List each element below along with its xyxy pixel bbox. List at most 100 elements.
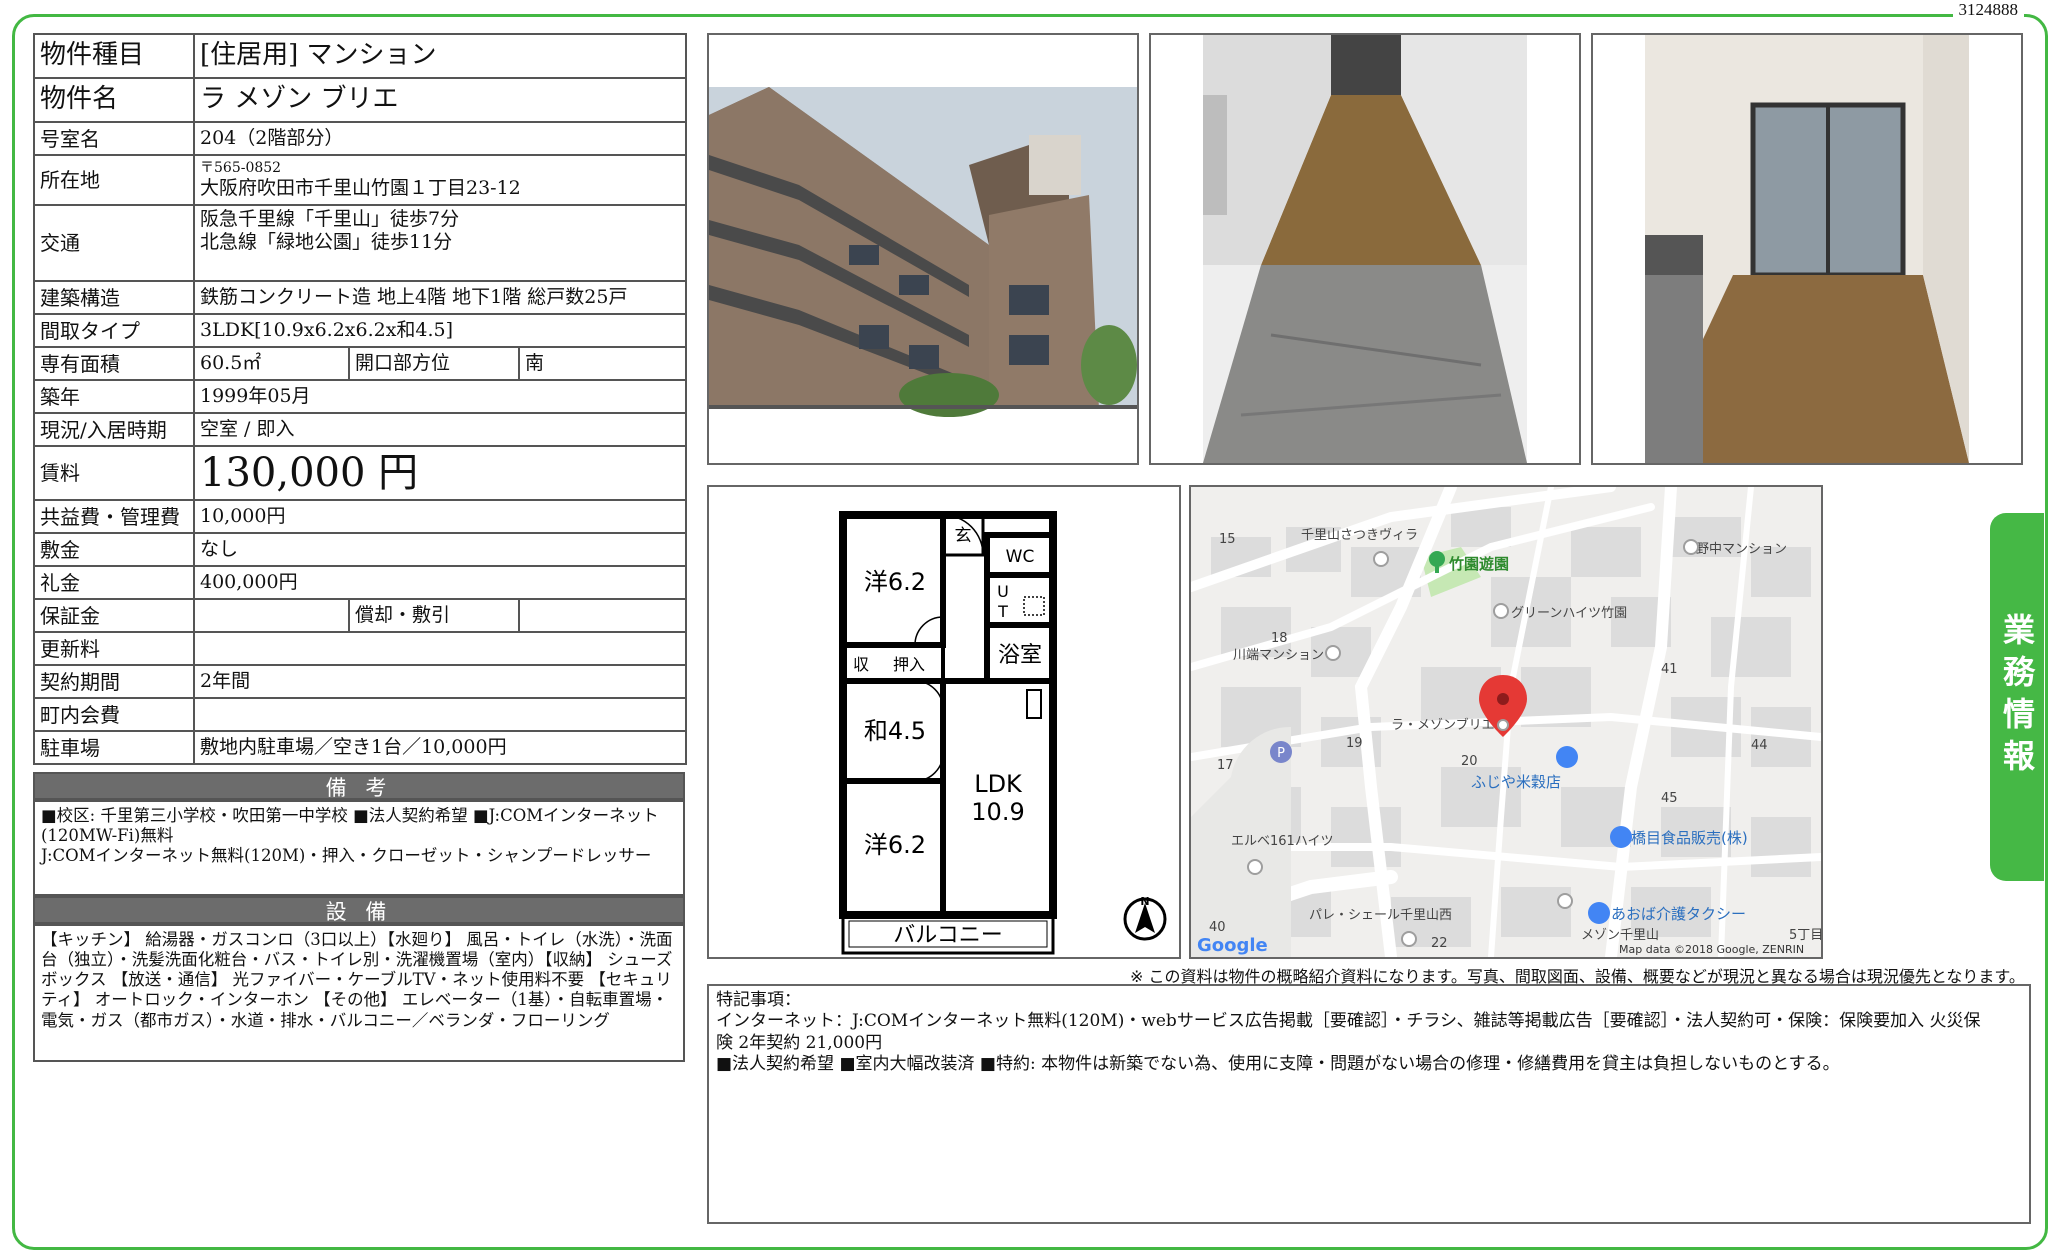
guarantee-label: 保証金: [33, 598, 195, 633]
layout-value: 3LDK[10.9x6.2x6.2x和4.5]: [192, 313, 688, 348]
north-label: N: [1140, 895, 1149, 908]
transit-cell: 阪急千里線「千里山」徒歩7分 北急線「緑地公園」徒歩11分: [192, 204, 688, 282]
map-label-18: 18: [1271, 631, 1288, 646]
floor-plan[interactable]: 洋6.2 玄 WC U T 浴室 収 押入 和4.5 LDK 10.9 洋6.2…: [707, 485, 1181, 959]
floor-plan-drawing: 洋6.2 玄 WC U T 浴室 収 押入 和4.5 LDK 10.9 洋6.2…: [709, 487, 1179, 957]
area-label: 専有面積: [33, 346, 195, 381]
structure-label: 建築構造: [33, 280, 195, 315]
map-label-41: 41: [1661, 662, 1678, 677]
room-western-1: 洋6.2: [864, 568, 926, 596]
remarks-line-1: ■校区: 千里第三小学校・吹田第一中学校 ■法人契約希望 ■J:COMインターネ…: [41, 806, 659, 846]
structure-value: 鉄筋コンクリート造 地上4階 地下1階 総戸数25戸: [192, 280, 688, 315]
room-balcony: バルコニー: [893, 923, 1003, 948]
notes-line-4: ■法人契約希望 ■室内大幅改装済 ■特約: 本物件は新築でない為、使用に支障・問…: [716, 1053, 1840, 1074]
google-logo: Google: [1197, 935, 1268, 956]
remarks-body: ■校区: 千里第三小学校・吹田第一中学校 ■法人契約希望 ■J:COMインターネ…: [33, 800, 685, 896]
key-money-label: 礼金: [33, 565, 195, 600]
type-label: 物件種目: [33, 33, 195, 79]
map-label-palais: パレ・シェール千里山西: [1309, 908, 1452, 923]
svg-text:P: P: [1277, 746, 1285, 761]
location-map[interactable]: 15 千里山さつきヴィラ 竹園遊園 野中マンション グリーンハイツ竹園 18 川…: [1189, 485, 1823, 959]
map-label-green-heights: グリーンハイツ竹園: [1511, 606, 1627, 621]
photo-exterior[interactable]: [707, 33, 1139, 465]
amortization-label: 償却・敷引: [348, 598, 520, 633]
food-shop-icon: [1610, 826, 1632, 848]
amortization-value: [517, 598, 688, 633]
map-label-kawabata: 川端マンション: [1233, 648, 1324, 663]
room-label: 号室名: [33, 121, 195, 156]
direction-label: 開口部方位: [348, 346, 520, 381]
map-label-17: 17: [1217, 758, 1234, 773]
postal-code: 〒565-0852: [200, 160, 282, 177]
room-ldk: LDK: [974, 770, 1023, 798]
map-drawing: 15 千里山さつきヴィラ 竹園遊園 野中マンション グリーンハイツ竹園 18 川…: [1191, 487, 1821, 957]
address-value: 大阪府吹田市千里山竹園１丁目23-12: [200, 177, 521, 199]
parking-value: 敷地内駐車場／空き1台／10,000円: [192, 730, 688, 765]
room-ldk-size: 10.9: [971, 798, 1024, 826]
hallway-photo-image: [1151, 35, 1579, 463]
built-label: 築年: [33, 379, 195, 414]
transit-line-2: 北急線「緑地公園」徒歩11分: [200, 230, 453, 253]
contract-label: 契約期間: [33, 664, 195, 699]
remarks-header: 備 考: [33, 772, 685, 800]
side-tab[interactable]: 業務情報: [1990, 513, 2044, 881]
contract-value: 2年間: [192, 664, 688, 699]
guarantee-value: [193, 598, 350, 633]
rent-value: 130,000 円: [192, 445, 688, 501]
room-wc: WC: [1006, 547, 1035, 567]
side-tab-label: 業務情報: [1998, 613, 2036, 781]
map-label-45: 45: [1661, 791, 1678, 806]
room-storage: 収: [853, 655, 869, 674]
map-label-15: 15: [1219, 532, 1236, 547]
key-money-value: 400,000円: [192, 565, 688, 600]
parking-icon: P: [1270, 741, 1292, 763]
address-cell: 〒565-0852 大阪府吹田市千里山竹園１丁目23-12: [192, 154, 688, 206]
layout-label: 間取タイプ: [33, 313, 195, 348]
notes-line-3: 険 2年契約 21,000円: [716, 1032, 883, 1053]
map-label-fujiya: ふじや米穀店: [1471, 773, 1561, 791]
name-value: ラ メゾン ブリエ: [192, 77, 688, 123]
map-label-19: 19: [1346, 736, 1363, 751]
special-notes: 特記事項： インターネット：J:COMインターネット無料(120M)・webサー…: [707, 984, 2031, 1224]
room-entrance: 玄: [955, 526, 972, 546]
transit-line-1: 阪急千里線「千里山」徒歩7分: [200, 208, 460, 230]
remarks-line-2: J:COMインターネット無料(120M)・押入・クローゼット・シャンプードレッサ…: [41, 846, 652, 866]
photo-living-room[interactable]: [1591, 33, 2023, 465]
map-label-5chome: 5丁目: [1789, 928, 1821, 943]
facilities-header: 設 備: [33, 896, 685, 924]
fee-value: 10,000円: [192, 499, 688, 534]
map-label-villa: 千里山さつきヴィラ: [1301, 527, 1418, 543]
room-ut-t: T: [997, 602, 1008, 621]
name-label: 物件名: [33, 77, 195, 123]
map-label-hashime: 橋目食品販売(株): [1631, 829, 1748, 847]
built-value: 1999年05月: [192, 379, 688, 414]
map-label-aoba: あおば介護タクシー: [1611, 905, 1746, 923]
map-label-property: ラ・メゾンブリエ: [1391, 717, 1495, 733]
room-japanese: 和4.5: [864, 717, 926, 745]
direction-value: 南: [517, 346, 688, 381]
exterior-photo-image: [709, 35, 1137, 463]
renewal-label: 更新料: [33, 631, 195, 666]
living-room-photo-image: [1593, 35, 2021, 463]
area-value: 60.5㎡: [193, 346, 350, 381]
address-label: 所在地: [33, 154, 195, 206]
map-label-elbe: エルベ161ハイツ: [1231, 834, 1334, 849]
notes-line-2: インターネット：J:COMインターネット無料(120M)・webサービス広告掲載…: [716, 1011, 1981, 1032]
room-closet: 押入: [893, 655, 925, 674]
map-label-20: 20: [1461, 754, 1478, 769]
notes-line-1: 特記事項：: [716, 990, 801, 1010]
document-id: 3124888: [1952, 0, 2024, 20]
status-label: 現況/入居時期: [33, 412, 195, 447]
transit-label: 交通: [33, 204, 195, 282]
photo-hallway[interactable]: [1149, 33, 1581, 465]
deposit-value: なし: [192, 532, 688, 567]
fee-label: 共益費・管理費: [33, 499, 195, 534]
renewal-value: [192, 631, 688, 666]
room-value: 204（2階部分）: [192, 121, 688, 156]
property-spec-table: 物件種目 [住居用] マンション 物件名ラ メゾン ブリエ 号室名 204（2階部分…: [33, 33, 688, 765]
status-value: 空室 / 即入: [192, 412, 688, 447]
facilities-body: 【キッチン】 給湯器・ガスコンロ（3口以上）【水廻り】 風呂・トイレ（水洗）・洗…: [33, 924, 685, 1062]
room-bath: 浴室: [998, 643, 1042, 668]
map-label-44: 44: [1751, 738, 1768, 753]
type-value: [住居用] マンション: [192, 33, 688, 79]
